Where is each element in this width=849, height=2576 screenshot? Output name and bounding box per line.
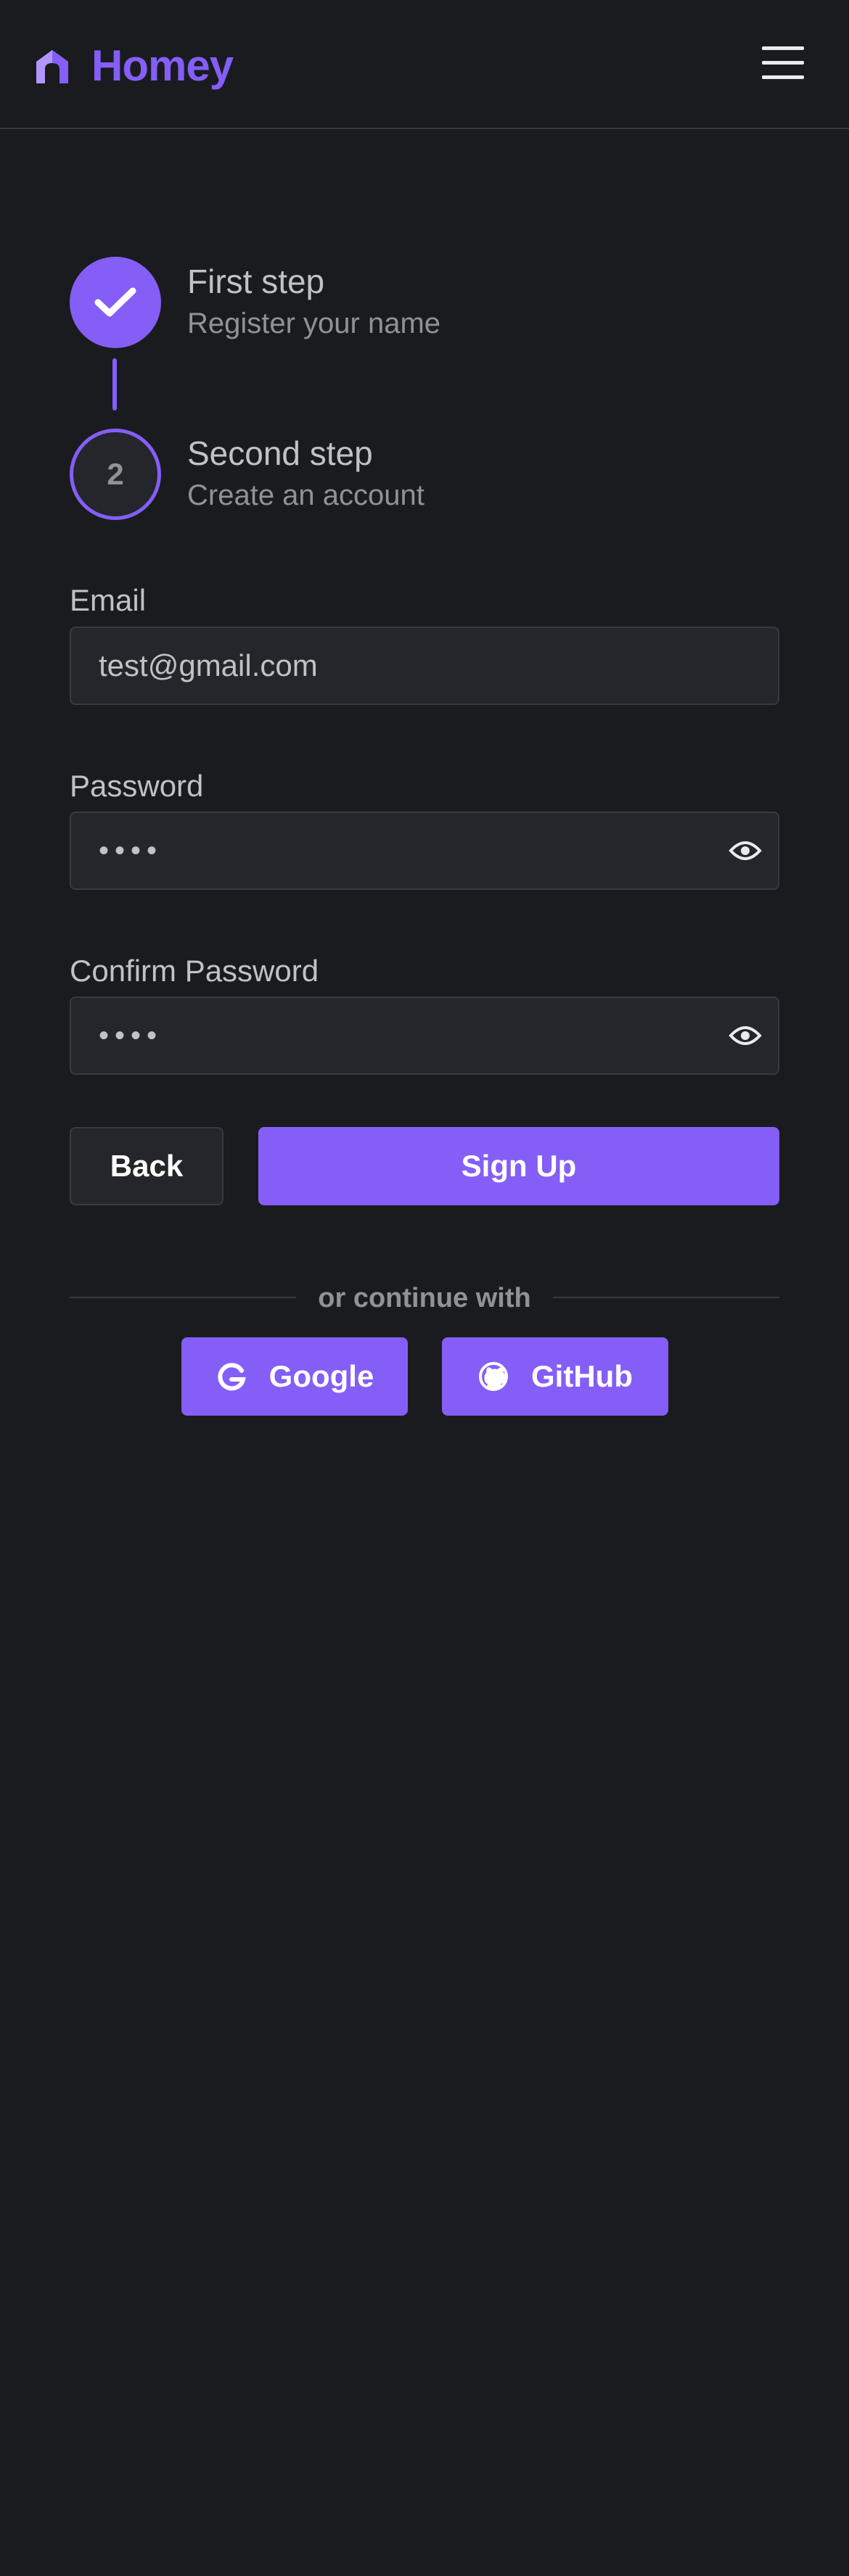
github-icon [479,1362,509,1391]
step-number: 2 [107,457,124,491]
menu-bar [762,61,804,65]
logo[interactable]: Homey [33,41,234,91]
password-field[interactable]: •••• [70,812,779,890]
home-icon [36,49,68,83]
confirm-password-value: •••• [99,1020,163,1052]
app-header: Homey [0,0,849,129]
logo-text: Homey [91,41,234,90]
github-signin-button[interactable]: GitHub [442,1337,668,1416]
menu-bar [762,46,804,50]
divider-text: or continue with [318,1283,531,1313]
password-label: Password [70,769,204,803]
step-description: Create an account [187,479,424,511]
menu-bar [762,75,804,79]
confirm-password-field[interactable]: •••• [70,996,779,1075]
confirm-password-label: Confirm Password [70,954,319,988]
sign-up-button[interactable]: Sign Up [258,1127,779,1205]
google-signin-button[interactable]: Google [181,1337,408,1416]
social-divider: or continue with [70,1283,779,1314]
step-active-indicator: 2 [70,429,161,520]
step-title: First step [187,263,325,300]
google-icon [218,1363,246,1391]
step-connector [112,358,117,410]
email-field[interactable]: test@gmail.com [70,627,779,705]
hamburger-menu-button[interactable] [762,46,804,81]
step-completed-indicator [70,257,161,348]
eye-icon[interactable] [729,836,762,865]
back-button[interactable]: Back [70,1127,223,1205]
google-label: Google [268,1359,374,1393]
github-label: GitHub [531,1359,633,1393]
email-label: Email [70,583,147,617]
step-title: Second step [187,434,373,472]
email-value: test@gmail.com [99,648,318,682]
step-description: Register your name [187,307,441,339]
eye-icon[interactable] [729,1021,762,1050]
password-value: •••• [99,835,163,867]
check-icon [94,287,136,317]
